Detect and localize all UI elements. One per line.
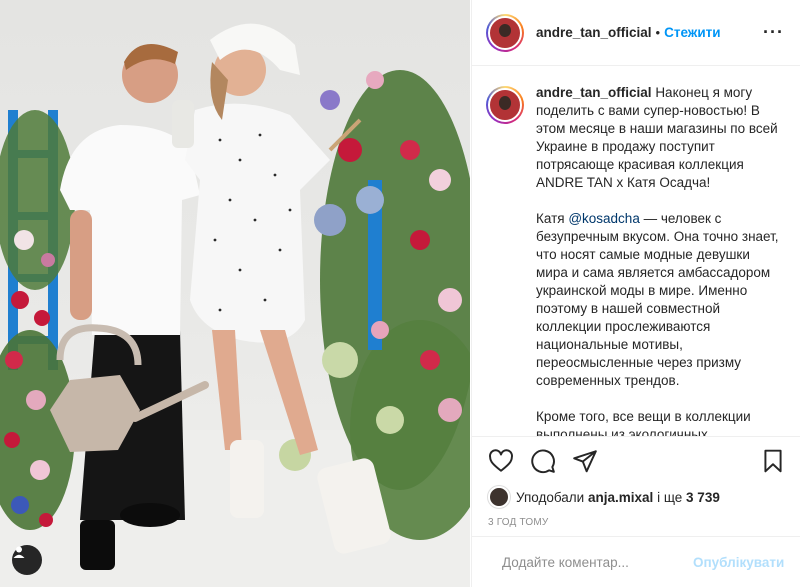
heart-icon[interactable]	[488, 448, 514, 474]
post-photo[interactable]	[0, 0, 470, 587]
more-icon[interactable]: ···	[763, 22, 784, 43]
likes-middle: і ще	[657, 489, 683, 505]
caption-text: andre_tan_official Наконец я могу подели…	[536, 84, 784, 436]
likes-summary: Уподобали anja.mixal і ще 3 739	[472, 485, 800, 509]
caption-mention[interactable]: @kosadcha	[568, 211, 640, 226]
bookmark-icon[interactable]	[760, 448, 786, 474]
caption-body-rest: — человек с безупречным вкусом. Она точн…	[536, 211, 779, 436]
action-buttons	[472, 437, 800, 485]
share-icon[interactable]	[572, 448, 598, 474]
comment-bar: Опублікувати	[472, 536, 800, 587]
comment-icon[interactable]	[530, 448, 556, 474]
post-header: andre_tan_official • Стежити ···	[472, 0, 800, 66]
post-actions: Уподобали anja.mixal і ще 3 739 3 год то…	[472, 436, 800, 546]
post-details-panel: andre_tan_official • Стежити ··· andre_t…	[471, 0, 800, 587]
post-timestamp[interactable]: 3 год тому	[472, 509, 800, 528]
caption-username[interactable]: andre_tan_official	[536, 85, 652, 100]
caption-body: Наконец я могу поделить с вами супер-нов…	[536, 85, 778, 226]
likes-prefix: Уподобали	[516, 489, 585, 505]
header-separator: •	[655, 25, 661, 40]
liker-avatar[interactable]	[488, 486, 510, 508]
comment-input[interactable]	[502, 554, 679, 570]
person-icon	[13, 546, 25, 558]
follow-button[interactable]: Стежити	[664, 25, 720, 40]
photo-illustration	[0, 23, 470, 587]
post-comment-button[interactable]: Опублікувати	[693, 555, 784, 570]
likes-count[interactable]: 3 739	[686, 490, 720, 505]
author-avatar[interactable]	[486, 13, 524, 52]
liker-username[interactable]: anja.mixal	[588, 490, 653, 505]
post-caption: andre_tan_official Наконец я могу подели…	[472, 66, 800, 436]
caption-author-avatar[interactable]	[486, 86, 524, 124]
author-username[interactable]: andre_tan_official	[536, 25, 652, 40]
tagged-people-icon[interactable]	[12, 545, 42, 575]
